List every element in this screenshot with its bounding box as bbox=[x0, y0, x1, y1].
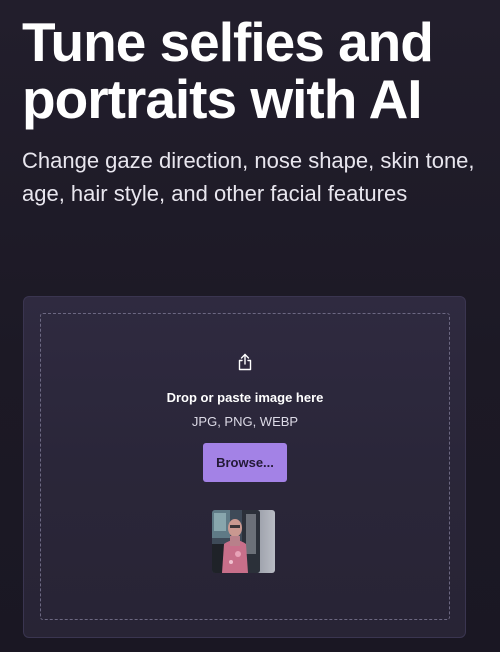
sample-thumbnail-selfie[interactable] bbox=[212, 510, 260, 573]
hero-section: Tune selfies and portraits with AI Chang… bbox=[22, 14, 492, 210]
sample-image-thumbnails[interactable] bbox=[212, 510, 275, 573]
upload-card: Drop or paste image here JPG, PNG, WEBP … bbox=[23, 296, 466, 638]
page-subtitle: Change gaze direction, nose shape, skin … bbox=[22, 148, 475, 206]
browse-button[interactable]: Browse... bbox=[203, 443, 287, 482]
accepted-formats: JPG, PNG, WEBP bbox=[191, 414, 299, 429]
share-upload-icon bbox=[235, 352, 255, 372]
image-dropzone[interactable]: Drop or paste image here JPG, PNG, WEBP … bbox=[40, 313, 450, 620]
dropzone-title: Drop or paste image here bbox=[166, 390, 324, 405]
page-headline: Tune selfies and portraits with AI bbox=[22, 11, 434, 130]
